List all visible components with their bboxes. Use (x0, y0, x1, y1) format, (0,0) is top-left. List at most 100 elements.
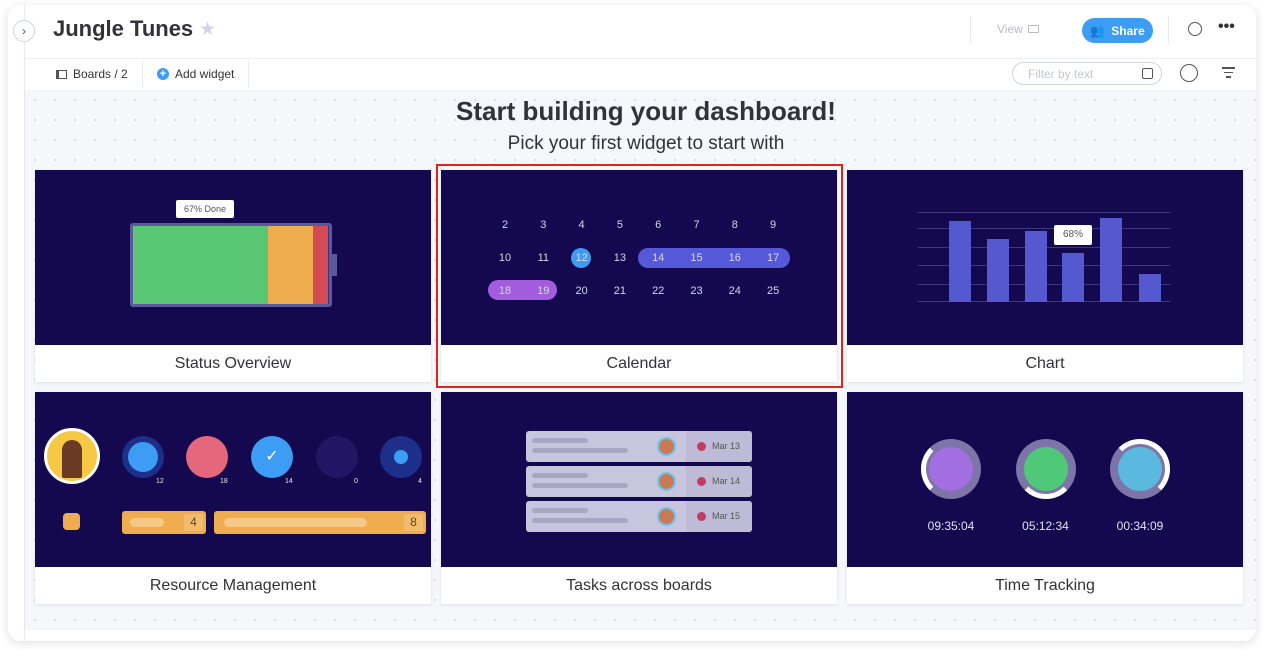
widget-card-chart[interactable]: 68% Chart (847, 170, 1243, 382)
elapsed-time: 09:35:04 (927, 519, 975, 533)
chart-bar (1100, 218, 1122, 302)
filter-input[interactable]: Filter by text (1012, 62, 1162, 85)
widget-label: Tasks across boards (566, 577, 712, 594)
view-label: View (997, 22, 1023, 36)
widget-card-time-tracking[interactable]: 09:35:04 05:12:34 00:34:09 Time Tracking (847, 392, 1243, 604)
filter-icon[interactable] (1222, 67, 1235, 78)
resource-block (63, 513, 80, 530)
chart-bar (987, 239, 1009, 302)
view-button[interactable]: View (997, 22, 1039, 36)
timer-ring (1015, 439, 1076, 499)
star-icon[interactable]: ★ (199, 18, 216, 41)
status-circle (316, 436, 358, 478)
share-button[interactable]: 👥 Share (1082, 18, 1153, 43)
boards-label: Boards / 2 (73, 67, 128, 81)
dashboard-heading: Start building your dashboard! (456, 96, 836, 126)
chart-bar (949, 221, 971, 302)
page-title: Jungle Tunes (53, 16, 194, 41)
gridline (918, 212, 1170, 213)
count: 18 (220, 478, 228, 485)
elapsed-time: 05:12:34 (1022, 519, 1069, 533)
widget-preview: 68% (847, 170, 1243, 345)
progress-arc (1015, 439, 1076, 499)
chat-icon[interactable] (1188, 22, 1202, 36)
widget-card-status-overview[interactable]: 67% Done Status Overview (35, 170, 431, 382)
alert-icon (697, 477, 706, 486)
text-placeholder (532, 473, 588, 478)
bar-value: 4 (184, 514, 203, 531)
boards-button[interactable]: Boards / 2 (56, 67, 128, 81)
expand-sidebar-button[interactable]: › (13, 20, 35, 42)
chevron-right-icon: › (22, 24, 26, 38)
count: 0 (354, 478, 358, 485)
elapsed-time: 00:34:09 (1116, 519, 1164, 533)
progress-arc (1110, 439, 1170, 499)
divider (1168, 16, 1169, 44)
avatar (657, 472, 676, 491)
monitor-icon (1027, 25, 1039, 33)
widget-preview: Mar 13 Mar 14 Mar 15 (441, 392, 837, 567)
battery-graphic (130, 223, 332, 307)
chart-bar (1139, 274, 1161, 302)
avatar (657, 507, 676, 526)
divider (142, 61, 143, 87)
task-row: Mar 13 (526, 431, 752, 462)
widget-card-resource-management[interactable]: ✓ 12 18 14 0 4 4 8 Resource Management (35, 392, 431, 604)
more-options-icon[interactable]: ••• (1218, 18, 1235, 36)
status-circle (380, 436, 422, 478)
divider (248, 61, 249, 87)
battery-tip (332, 254, 337, 276)
text-placeholder (532, 508, 588, 513)
divider (25, 58, 1256, 59)
filter-placeholder: Filter by text (1028, 67, 1094, 81)
chart-bar (1062, 253, 1084, 302)
count: 4 (418, 478, 422, 485)
person-filter-icon[interactable] (1180, 64, 1198, 82)
count: 14 (285, 478, 293, 485)
text-placeholder (532, 438, 588, 443)
text-placeholder (532, 448, 628, 453)
widget-label: Chart (1025, 355, 1065, 372)
add-widget-button[interactable]: + Add widget (157, 67, 234, 81)
widget-preview: 67% Done (35, 170, 431, 345)
due-date: Mar 13 (712, 441, 741, 451)
widget-label: Time Tracking (995, 577, 1095, 594)
chart-bar (1025, 231, 1047, 302)
check-icon: ✓ (251, 436, 293, 478)
avatar (44, 428, 100, 484)
text-placeholder (532, 518, 628, 523)
count: 12 (156, 478, 164, 485)
status-circle (186, 436, 228, 478)
workload-bar: 8 (214, 511, 426, 534)
share-label: Share (1111, 23, 1145, 38)
text-placeholder (532, 483, 628, 488)
users-icon: 👥 (1090, 23, 1106, 38)
timer-ring (921, 439, 981, 499)
avatar (657, 437, 676, 456)
task-row: Mar 14 (526, 466, 752, 497)
widget-preview: ✓ 12 18 14 0 4 4 8 (35, 392, 431, 567)
widget-label: Status Overview (174, 355, 292, 372)
divider (970, 16, 971, 44)
chart-tooltip: 68% (1054, 225, 1092, 245)
widget-card-tasks-across-boards[interactable]: Mar 13 Mar 14 Mar 15 Tasks across boards (441, 392, 837, 604)
widget-label: Resource Management (149, 577, 317, 594)
save-icon[interactable] (1142, 68, 1153, 79)
board-icon (56, 69, 67, 79)
alert-icon (697, 512, 706, 521)
dashboard-subheading: Pick your first widget to start with (507, 133, 785, 154)
add-widget-label: Add widget (175, 67, 235, 81)
timer-ring (1110, 439, 1170, 499)
selected-widget-outline (436, 164, 843, 388)
progress-arc (921, 439, 981, 499)
bar-value: 8 (404, 514, 423, 531)
workload-bar: 4 (122, 511, 206, 534)
tooltip: 67% Done (176, 200, 234, 218)
alert-icon (697, 442, 706, 451)
due-date: Mar 14 (712, 476, 741, 486)
task-row: Mar 15 (526, 501, 752, 532)
widget-preview: 09:35:04 05:12:34 00:34:09 (847, 392, 1243, 567)
status-circle (122, 436, 164, 478)
plus-icon: + (157, 68, 169, 80)
due-date: Mar 15 (712, 511, 741, 521)
